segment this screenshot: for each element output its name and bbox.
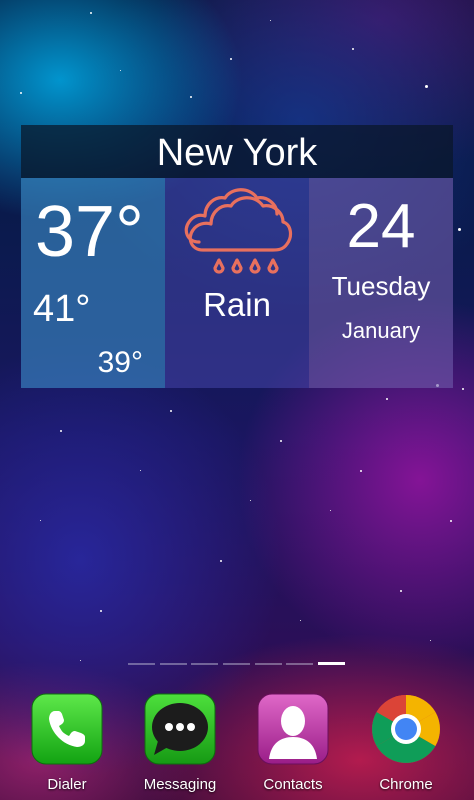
dock-label: Chrome (379, 776, 433, 793)
month-label: January (341, 318, 421, 343)
condition-label: Rain (203, 286, 271, 323)
page-indicator-segment (255, 663, 282, 665)
message-bubble-icon (144, 693, 216, 765)
city-name: New York (21, 125, 453, 178)
condition-panel: Rain (165, 178, 309, 388)
person-icon (257, 693, 329, 765)
dock-messaging[interactable]: Messaging (130, 693, 230, 799)
starfield-background (0, 0, 474, 800)
page-indicator (128, 662, 348, 666)
page-indicator-segment (160, 663, 187, 665)
date-panel: 24 Tuesday January (309, 178, 453, 388)
chrome-icon (372, 695, 440, 763)
weekday-label: Tuesday (331, 271, 431, 301)
dock-label: Contacts (263, 776, 323, 793)
page-indicator-segment (128, 663, 155, 665)
day-number: 24 (346, 192, 416, 261)
temperature-panel: 37° 41° 39° (21, 178, 165, 388)
dock-dialer[interactable]: Dialer (17, 693, 117, 799)
page-indicator-segment (223, 663, 250, 665)
page-indicator-segment (286, 663, 313, 665)
weather-widget[interactable]: New York 37° 41° 39° Rain 24 Tuesday Jan… (21, 125, 453, 388)
page-indicator-segment-active (318, 662, 345, 665)
dock-label: Messaging (143, 776, 217, 793)
page-indicator-segment (191, 663, 218, 665)
current-temperature: 37° (35, 192, 144, 272)
dock-contacts[interactable]: Contacts (243, 693, 343, 799)
high-temperature: 41° (33, 288, 91, 330)
low-temperature: 39° (97, 346, 143, 379)
dock-chrome[interactable]: Chrome (356, 693, 456, 799)
rain-cloud-icon (184, 188, 293, 274)
dock-label: Dialer (47, 776, 87, 793)
phone-icon (31, 693, 103, 765)
